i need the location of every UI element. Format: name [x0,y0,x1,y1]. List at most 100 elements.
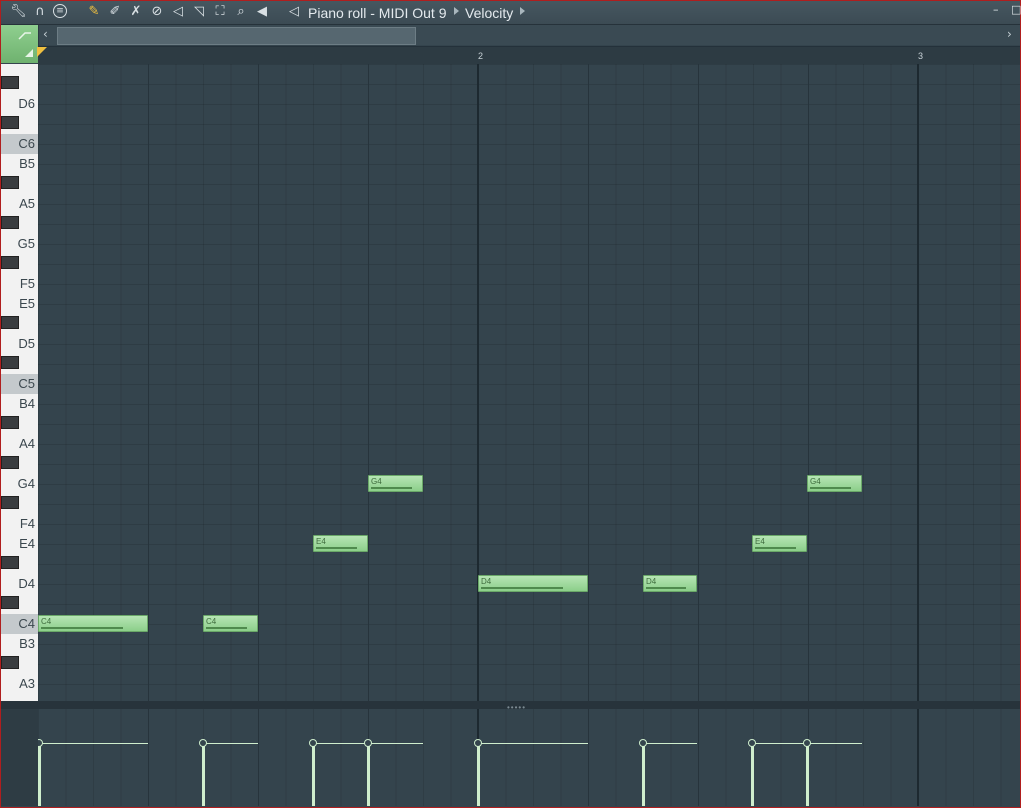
snap-corner-button[interactable] [1,25,39,63]
velocity-handle[interactable] [364,739,372,747]
black-key[interactable] [1,216,19,229]
piano-keyboard[interactable]: D6 C6 B5 A5 G5 F5 E5 D5 C5 B4 A4 G4 F4 E… [1,64,39,701]
black-key[interactable] [1,416,19,429]
menu-icon[interactable]: ≡ [53,4,67,18]
velocity-stem[interactable] [367,743,370,806]
velocity-handle[interactable] [309,739,317,747]
velocity-stem[interactable] [751,743,754,806]
midi-note[interactable]: E4 [752,535,807,552]
velocity-handle[interactable] [803,739,811,747]
beat-line [588,709,589,806]
panel-splitter[interactable]: ••••• [1,701,1020,712]
speaker-icon[interactable]: ◁ [286,4,302,20]
note-label: G4 [810,477,821,486]
key-label: D6 [18,96,35,111]
pencil-icon[interactable]: ✎ [86,4,102,20]
minimize-icon[interactable]: – [993,3,999,16]
bar-number: 3 [918,51,924,61]
select-icon[interactable]: ◹ [191,4,207,20]
fullscreen-icon[interactable]: ⛶ [212,4,228,20]
velocity-stem[interactable] [202,743,205,806]
key-label: B3 [19,636,35,651]
black-key[interactable] [1,556,19,569]
velocity-handle[interactable] [748,739,756,747]
horizontal-scrollbar[interactable]: ‹ › [39,25,1020,45]
note-label: D4 [481,577,492,586]
note-grid[interactable]: C4 C4 E4 G4 D4 D4 E4 G4 [38,64,1020,701]
velocity-stem[interactable] [806,743,809,806]
note-velocity-bar [206,627,247,629]
mute-icon[interactable]: ⊘ [149,4,165,20]
title-bar: 🔧︎ ∩ ≡ ✎ ✐ ✗ ⊘ ◁ ◹ ⛶ ⌕ ◀ ◁ Piano roll - … [1,1,1021,25]
playhead-marker[interactable] [37,47,47,57]
black-key[interactable] [1,116,19,129]
arrow-right-icon [454,7,459,15]
velocity-lane[interactable] [38,709,1020,806]
velocity-line [752,743,807,744]
velocity-stem[interactable] [312,743,315,806]
velocity-line [313,743,368,744]
key-label: F5 [19,276,35,291]
bar-line [477,64,479,701]
midi-note[interactable]: G4 [368,475,423,492]
velocity-handle[interactable] [38,739,43,747]
velocity-stem[interactable] [38,743,41,806]
arrow-right-icon [520,7,525,15]
playback-icon[interactable]: ◀ [254,4,270,20]
maximize-icon[interactable]: □ [1011,3,1021,16]
timeline-ruler[interactable]: 2 3 [38,46,1020,65]
delete-icon[interactable]: ✗ [128,4,144,20]
black-key[interactable] [1,316,19,329]
wrench-icon[interactable]: 🔧︎ [10,4,27,20]
midi-note[interactable]: C4 [38,615,148,632]
brush-icon[interactable]: ✐ [107,4,123,20]
black-key[interactable] [1,456,19,469]
velocity-stem[interactable] [477,743,480,806]
velocity-line [478,743,588,744]
note-velocity-bar [41,627,123,629]
beat-line [698,64,699,701]
zoom-icon[interactable]: ⌕ [233,4,249,20]
midi-note[interactable]: E4 [313,535,368,552]
key-label: F4 [19,516,35,531]
black-key[interactable] [1,176,19,189]
key-label: D5 [18,336,35,351]
window-title: Piano roll - MIDI Out 9 [308,5,447,21]
velocity-handle[interactable] [199,739,207,747]
black-key[interactable] [1,656,19,669]
key-label: E5 [19,296,35,311]
key-label: A4 [19,436,35,451]
midi-note[interactable]: C4 [203,615,258,632]
midi-note[interactable]: D4 [478,575,588,592]
black-key[interactable] [1,496,19,509]
black-key[interactable] [1,596,19,609]
scroll-right-icon[interactable]: › [1007,27,1012,41]
black-key[interactable] [1,76,19,89]
bar-line [917,709,919,806]
note-velocity-bar [481,587,563,589]
note-label: E4 [316,537,326,546]
velocity-handle[interactable] [639,739,647,747]
note-label: C4 [41,617,52,626]
key-label: C4 [18,616,35,631]
bar-number: 2 [478,51,484,61]
key-label: B5 [19,156,35,171]
black-key[interactable] [1,256,19,269]
beat-line [588,64,589,701]
key-label: A3 [19,676,35,691]
velocity-handle[interactable] [474,739,482,747]
midi-note[interactable]: D4 [643,575,697,592]
black-key[interactable] [1,356,19,369]
slice-icon[interactable]: ◁ [170,4,186,20]
magnet-icon[interactable]: ∩ [32,4,48,20]
scroll-left-icon[interactable]: ‹ [43,27,48,41]
note-velocity-bar [371,487,412,489]
key-label: B4 [19,396,35,411]
key-label: E4 [19,536,35,551]
velocity-line [38,743,148,744]
midi-note[interactable]: G4 [807,475,862,492]
beat-line [698,709,699,806]
velocity-stem[interactable] [642,743,645,806]
target-control[interactable]: Velocity [465,5,513,21]
scrollbar-thumb[interactable] [57,27,416,45]
